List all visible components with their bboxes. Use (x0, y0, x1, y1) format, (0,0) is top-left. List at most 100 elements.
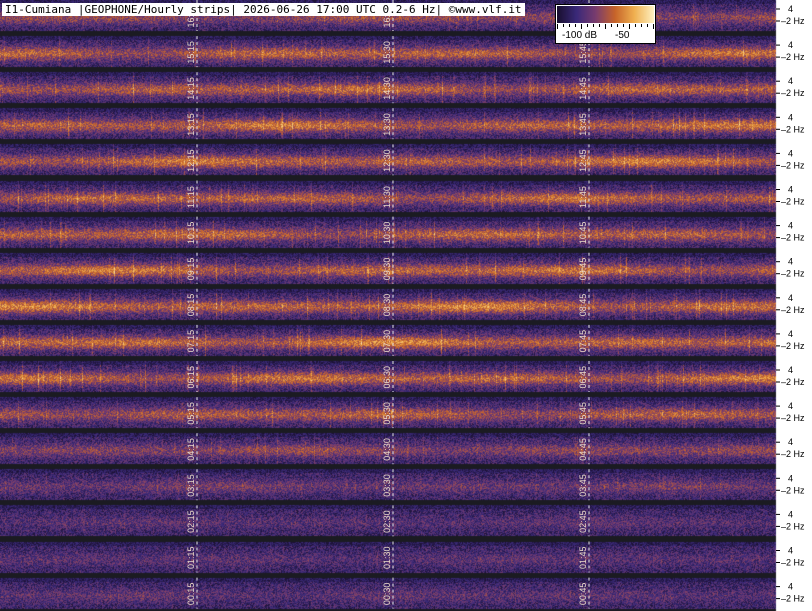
strip-timestamp: 07:45 (578, 330, 588, 353)
colorbar-tick (569, 24, 570, 27)
colorbar-tick (557, 24, 558, 29)
strip-timestamp: 03:30 (382, 474, 392, 497)
strip-timestamp: 14:15 (186, 77, 196, 100)
y-tick-label: 4 (788, 473, 793, 483)
strip-timestamp: 08:45 (578, 294, 588, 317)
y-tick-label: –2 Hz (781, 52, 805, 62)
y-tick-label: –2 Hz (781, 88, 805, 98)
strip-timestamp: 03:45 (578, 474, 588, 497)
strip-timestamp: 10:45 (578, 222, 588, 245)
y-tick-label: –2 Hz (781, 594, 805, 604)
strip-timestamp: 06:30 (382, 366, 392, 389)
y-tick-label: 4 (788, 185, 793, 195)
y-tick-label: 4 (788, 365, 793, 375)
y-tick-label: –2 Hz (781, 160, 805, 170)
colorbar-tick (629, 24, 630, 29)
strip-timestamp: 10:15 (186, 222, 196, 245)
strip-timestamp: 11:45 (578, 186, 588, 208)
colorbar-tick (623, 24, 624, 27)
strip-timestamp: 08:30 (382, 294, 392, 317)
strip-timestamp: 01:30 (382, 546, 392, 569)
strip-overlay: 16:1516:3016:454–2 Hz15:1515:3015:454–2 … (186, 0, 805, 609)
y-tick-label: 4 (788, 293, 793, 303)
strip-timestamp: 04:45 (578, 438, 588, 461)
y-tick-label: 4 (788, 582, 793, 592)
strip-timestamp: 11:30 (382, 186, 392, 208)
colorbar-tick (587, 24, 588, 27)
strip-timestamp: 01:45 (578, 546, 588, 569)
color-legend: -100 dB -50 (555, 4, 656, 44)
colorbar-tick (611, 24, 612, 27)
colorbar-label-low: -100 dB (562, 30, 598, 41)
y-tick-label: –2 Hz (781, 485, 805, 495)
y-tick-label: 4 (788, 112, 793, 122)
y-tick-label: 4 (788, 257, 793, 267)
y-tick-label: –2 Hz (781, 521, 805, 531)
y-tick-label: –2 Hz (781, 377, 805, 387)
y-tick-label: –2 Hz (781, 413, 805, 423)
strip-timestamp: 09:45 (578, 258, 588, 281)
y-tick-label: –2 Hz (781, 341, 805, 351)
strip-timestamp: 05:15 (186, 402, 196, 425)
y-tick-label: 4 (788, 329, 793, 339)
y-tick-label: –2 Hz (781, 197, 805, 207)
strip-timestamp: 08:15 (186, 294, 196, 317)
y-tick-label: –2 Hz (781, 124, 805, 134)
colorbar-label-high: -50 (615, 30, 630, 41)
strip-timestamp: 01:15 (186, 546, 196, 569)
y-tick-label: 4 (788, 4, 793, 14)
y-tick-label: 4 (788, 509, 793, 519)
strip-timestamp: 04:15 (186, 438, 196, 461)
y-tick-label: –2 Hz (781, 305, 805, 315)
strip-timestamp: 13:15 (186, 113, 196, 136)
colorbar (557, 6, 654, 23)
colorbar-tick (605, 24, 606, 29)
strip-timestamp: 09:30 (382, 258, 392, 281)
strip-timestamp: 13:30 (382, 113, 392, 136)
strip-timestamp: 12:15 (186, 149, 196, 172)
strip-timestamp: 02:45 (578, 510, 588, 533)
strip-timestamp: 13:45 (578, 113, 588, 136)
colorbar-tick (599, 24, 600, 27)
y-tick-label: –2 Hz (781, 449, 805, 459)
y-tick-label: 4 (788, 40, 793, 50)
y-tick-label: –2 Hz (781, 269, 805, 279)
colorbar-tick (581, 24, 582, 29)
strip-timestamp: 05:45 (578, 402, 588, 425)
strip-timestamp: 07:30 (382, 330, 392, 353)
y-tick-label: 4 (788, 221, 793, 231)
strip-timestamp: 09:15 (186, 258, 196, 281)
strip-timestamp: 05:30 (382, 402, 392, 425)
colorbar-tick (617, 24, 618, 27)
y-tick-label: 4 (788, 401, 793, 411)
strip-timestamp: 02:30 (382, 510, 392, 533)
strip-timestamp: 15:45 (578, 41, 588, 64)
strip-timestamp: 12:45 (578, 149, 588, 172)
colorbar-tick (641, 24, 642, 27)
chart-title: I1-Cumiana |GEOPHONE/Hourly strips| 2026… (2, 3, 525, 16)
strip-timestamp: 15:15 (186, 41, 196, 64)
colorbar-tick (647, 24, 648, 27)
strip-timestamp: 12:30 (382, 149, 392, 172)
colorbar-tick (575, 24, 576, 27)
y-tick-label: –2 Hz (781, 233, 805, 243)
y-tick-label: 4 (788, 76, 793, 86)
strip-timestamp: 06:45 (578, 366, 588, 389)
y-tick-label: –2 Hz (781, 16, 805, 26)
strip-timestamp: 00:45 (578, 583, 588, 606)
colorbar-tick (653, 24, 654, 29)
colorbar-tick (563, 24, 564, 27)
strip-timestamp: 04:30 (382, 438, 392, 461)
strip-timestamp: 03:15 (186, 474, 196, 497)
colorbar-tick (635, 24, 636, 27)
strip-timestamp: 02:15 (186, 510, 196, 533)
y-tick-label: –2 Hz (781, 558, 805, 568)
strip-timestamp: 06:15 (186, 366, 196, 389)
strip-timestamp: 14:30 (382, 77, 392, 100)
strip-timestamp: 10:30 (382, 222, 392, 245)
strip-timestamp: 00:30 (382, 583, 392, 606)
strip-timestamp: 07:15 (186, 330, 196, 353)
strip-timestamp: 14:45 (578, 77, 588, 100)
y-tick-label: 4 (788, 437, 793, 447)
colorbar-tick (593, 24, 594, 27)
